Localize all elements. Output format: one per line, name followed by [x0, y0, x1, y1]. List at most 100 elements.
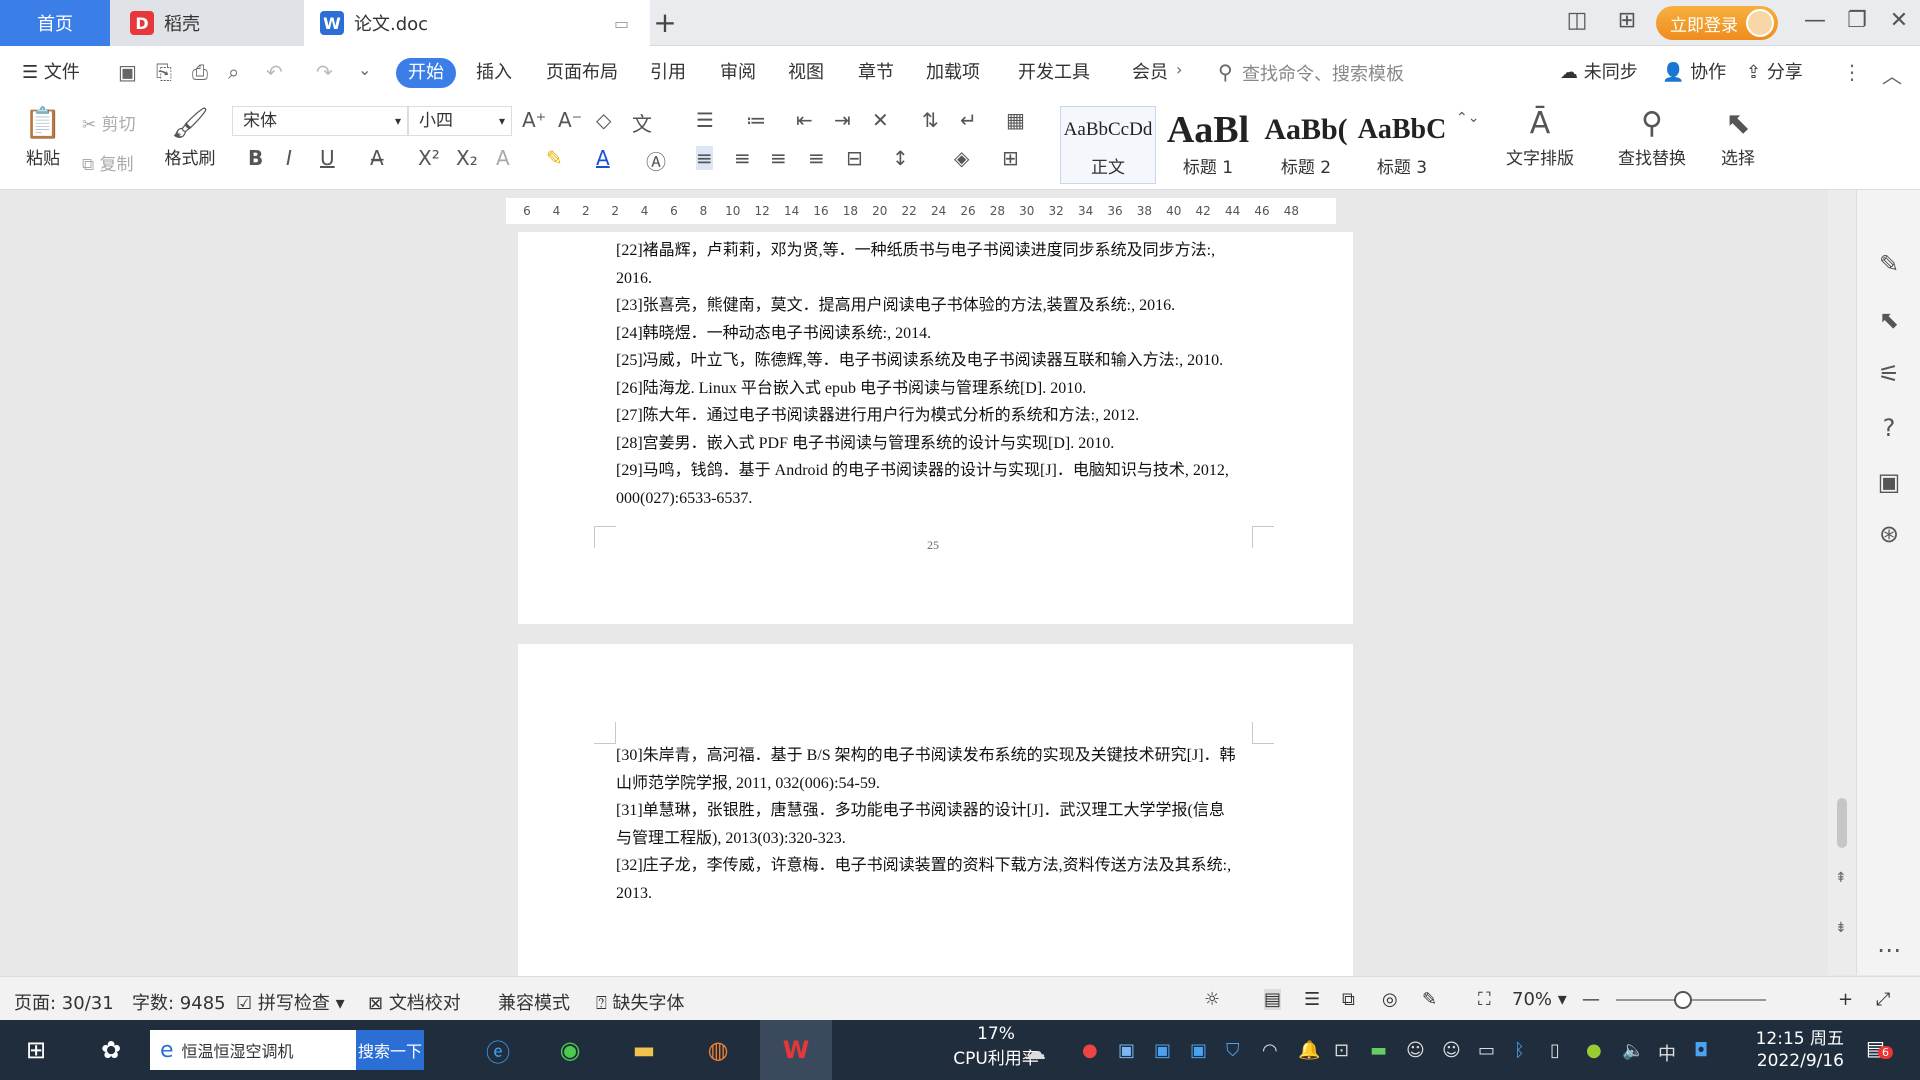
- menu-page-layout[interactable]: 页面布局: [546, 58, 618, 88]
- eye-protection-icon[interactable]: ☼: [1204, 989, 1220, 1010]
- menu-chapter[interactable]: 章节: [858, 58, 894, 88]
- bell-icon[interactable]: 🔔: [1298, 1040, 1320, 1061]
- cut-button[interactable]: ✂ 剪切: [82, 110, 136, 135]
- tray-app-icon[interactable]: ▬: [1370, 1040, 1387, 1061]
- style-heading-3[interactable]: AaBbC 标题 3: [1354, 106, 1450, 184]
- pen-icon[interactable]: ✎: [1873, 250, 1905, 278]
- file-explorer-icon[interactable]: ▬: [620, 1030, 668, 1070]
- style-heading-1[interactable]: AaBl 标题 1: [1160, 106, 1256, 184]
- outline-view-icon[interactable]: ☰: [1304, 989, 1320, 1010]
- page-indicator[interactable]: 页面: 30/31: [14, 989, 114, 1015]
- select-button[interactable]: ⬉ 选择: [1708, 104, 1768, 169]
- shield-icon[interactable]: ⛉: [1226, 1040, 1240, 1061]
- tab-home[interactable]: 首页: [0, 0, 110, 46]
- copy-button[interactable]: ⧉ 复制: [82, 150, 134, 175]
- fullscreen-icon[interactable]: ⤢: [1876, 989, 1890, 1010]
- find-replace-button[interactable]: ⚲ 查找替换: [1606, 104, 1698, 169]
- share-button[interactable]: ⇪ 分享: [1746, 58, 1803, 88]
- decrease-indent-icon[interactable]: ⇤: [796, 108, 813, 132]
- file-menu[interactable]: ☰ 文件: [22, 58, 80, 88]
- zoom-out-icon[interactable]: —: [1582, 989, 1600, 1010]
- sync-button[interactable]: ☁ 未同步: [1560, 58, 1638, 88]
- chinese-layout-icon[interactable]: ✕: [872, 108, 889, 132]
- layout-icon[interactable]: ◫: [1560, 8, 1594, 33]
- underline-icon[interactable]: U: [320, 146, 335, 170]
- page-view-icon[interactable]: ▤: [1264, 989, 1282, 1010]
- word-count[interactable]: 字数: 9485: [132, 989, 226, 1015]
- text-layout-button[interactable]: Ā 文字排版: [1494, 104, 1586, 169]
- close-icon[interactable]: ✕: [1882, 8, 1916, 33]
- zoom-level[interactable]: 70% ▾: [1512, 989, 1567, 1010]
- qq-icon[interactable]: ☺: [1442, 1040, 1461, 1061]
- menu-developer[interactable]: 开发工具: [1018, 58, 1090, 88]
- shrink-font-icon[interactable]: A⁻: [558, 108, 582, 132]
- ime-app-icon[interactable]: ◘: [1694, 1040, 1708, 1061]
- tab-daoke[interactable]: D 稻壳: [110, 0, 304, 46]
- menu-start[interactable]: 开始: [396, 58, 456, 88]
- ime-indicator[interactable]: 中: [1658, 1040, 1676, 1066]
- justify-icon[interactable]: ≡: [808, 146, 825, 170]
- tray-app-icon[interactable]: ⊡: [1334, 1040, 1349, 1061]
- tray-app-icon[interactable]: ▣: [1118, 1040, 1135, 1061]
- collab-button[interactable]: 👤 协作: [1662, 58, 1726, 88]
- menu-view[interactable]: 视图: [788, 58, 824, 88]
- customize-chevron-icon[interactable]: ⌄: [358, 60, 371, 79]
- menu-member[interactable]: 会员: [1132, 58, 1168, 88]
- format-painter-button[interactable]: 🖌 格式刷: [162, 104, 218, 169]
- clear-format-icon[interactable]: ◇: [596, 108, 611, 132]
- show-marks-icon[interactable]: ↵: [960, 108, 977, 132]
- sort-icon[interactable]: ⇅: [922, 108, 939, 132]
- cursor-select-icon[interactable]: ⬉: [1873, 306, 1905, 334]
- monitor-icon[interactable]: ▭: [614, 14, 629, 33]
- menu-review[interactable]: 审阅: [720, 58, 756, 88]
- bullet-list-icon[interactable]: ☰: [696, 108, 714, 132]
- battery-icon[interactable]: ▭: [1478, 1040, 1495, 1061]
- command-search-input[interactable]: 查找命令、搜索模板: [1242, 60, 1404, 86]
- image-search-icon[interactable]: ▣: [1873, 468, 1905, 496]
- next-page-icon[interactable]: ⇟: [1835, 920, 1847, 936]
- table-icon[interactable]: ▦: [1006, 108, 1025, 132]
- line-spacing-icon[interactable]: ↕: [892, 146, 909, 170]
- phonetic-icon[interactable]: 文: [632, 108, 652, 137]
- superscript-icon[interactable]: X²: [418, 146, 440, 170]
- paste-button[interactable]: 📋 粘贴: [18, 104, 68, 169]
- scroll-thumb[interactable]: [1837, 798, 1847, 848]
- app-orange-icon[interactable]: ◍: [694, 1030, 742, 1070]
- write-mode-icon[interactable]: ✎: [1422, 989, 1437, 1010]
- windows-start-icon[interactable]: ⊞: [16, 1030, 56, 1070]
- font-size-select[interactable]: 小四 ▾: [408, 106, 512, 136]
- wps-taskbar-icon[interactable]: W: [760, 1020, 832, 1080]
- tab-document[interactable]: W 论文.doc ▭: [304, 0, 650, 46]
- collapse-ribbon-icon[interactable]: ︿: [1882, 60, 1902, 89]
- prev-page-icon[interactable]: ⇞: [1835, 870, 1847, 886]
- distribute-icon[interactable]: ⊟: [846, 146, 863, 170]
- fit-page-icon[interactable]: ⛶: [1478, 989, 1491, 1010]
- settings-sliders-icon[interactable]: ⚟: [1873, 360, 1905, 388]
- align-right-icon[interactable]: ≡: [770, 146, 787, 170]
- tray-app-icon[interactable]: ▣: [1190, 1040, 1207, 1061]
- font-family-select[interactable]: 宋体 ▾: [232, 106, 408, 136]
- tray-app-icon[interactable]: ●: [1082, 1040, 1098, 1061]
- align-center-icon[interactable]: ≡: [734, 146, 751, 170]
- taskbar-search-button[interactable]: 搜索一下: [356, 1030, 424, 1070]
- tray-app-icon[interactable]: ●: [1586, 1040, 1602, 1061]
- notification-center-icon[interactable]: ▤ 6: [1866, 1036, 1893, 1060]
- highlight-icon[interactable]: ✎: [546, 146, 563, 170]
- save-icon[interactable]: ▣: [118, 60, 137, 84]
- subscript-icon[interactable]: X₂: [456, 146, 478, 170]
- redo-icon[interactable]: ↷: [316, 60, 333, 84]
- char-border-icon[interactable]: Ⓐ: [646, 146, 666, 175]
- weather-cloud-icon[interactable]: ☁: [1024, 1040, 1046, 1065]
- minimize-icon[interactable]: —: [1798, 8, 1832, 33]
- borders-icon[interactable]: ⊞: [1002, 146, 1019, 170]
- chevron-right-icon[interactable]: ›: [1176, 60, 1182, 79]
- help-icon[interactable]: ?: [1873, 414, 1905, 442]
- internet-explorer-icon[interactable]: ⓔ: [474, 1030, 522, 1070]
- login-button[interactable]: 立即登录: [1656, 6, 1778, 40]
- taskbar-search-input[interactable]: e 恒温恒湿空调机: [150, 1030, 356, 1070]
- new-tab-button[interactable]: +: [648, 6, 682, 39]
- app-360-icon[interactable]: ✿: [86, 1030, 136, 1070]
- web-view-icon[interactable]: ◎: [1382, 989, 1398, 1010]
- more-dots-icon[interactable]: ⋯: [1873, 936, 1905, 964]
- proofread-button[interactable]: ⊠ 文档校对: [368, 989, 461, 1015]
